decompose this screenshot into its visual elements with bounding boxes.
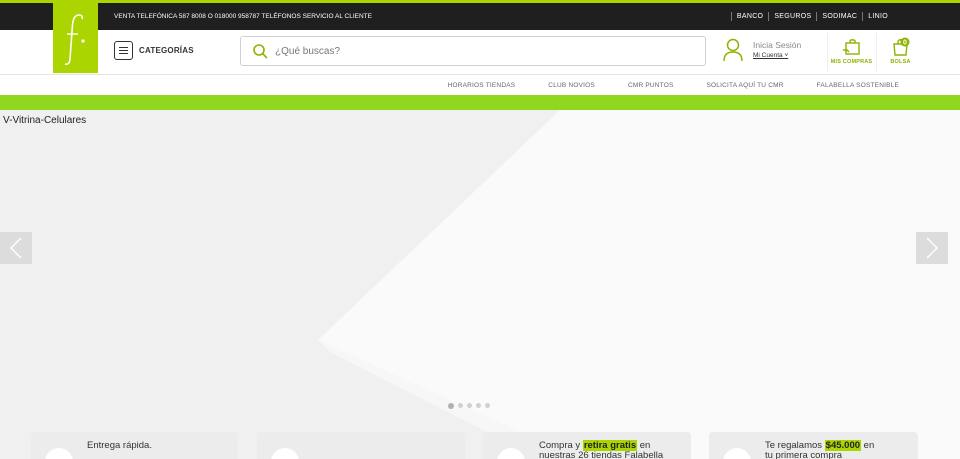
account-title: Inicia Sesión [753, 40, 802, 50]
search-icon[interactable] [252, 43, 268, 59]
logo-f-icon [64, 14, 85, 66]
carousel-dot-3[interactable] [467, 403, 472, 408]
categories-label: CATEGORÍAS [139, 46, 194, 55]
nav-link-club-novios[interactable]: CLUB NOVIOS [548, 82, 595, 89]
gift-icon [723, 448, 751, 459]
benefit-card-delivery[interactable]: Entrega rápida. [31, 432, 238, 459]
search-input[interactable] [273, 44, 677, 58]
bag-icon: 0 [892, 37, 909, 56]
menu-icon [114, 41, 133, 60]
benefit-line2: nuestras 26 tiendas Falabella [539, 450, 664, 459]
my-account-label: Mi Cuenta [753, 52, 783, 59]
carousel-dots [448, 402, 490, 409]
carousel-next-button[interactable] [916, 232, 948, 264]
purchases-icon [842, 39, 860, 55]
top-link-seguros[interactable]: SEGUROS [768, 12, 816, 21]
benefit-card-pickup[interactable]: Compra y retira gratis en nuestras 26 ti… [483, 432, 691, 459]
nav-link-solicita-cmr[interactable]: SOLICITA AQUÍ TU CMR [707, 82, 784, 89]
top-links: BANCO SEGUROS SODIMAC LINIO [730, 3, 893, 30]
benefit-card-gift[interactable]: Te regalamos $45.000 en tu primera compr… [709, 432, 918, 459]
truck-icon [45, 448, 73, 459]
account-menu[interactable]: Inicia Sesión Mi Cuenta ˅ [722, 38, 801, 62]
benefit-line: Entrega rápida. [87, 440, 152, 451]
bag-label: BOLSA [890, 59, 911, 65]
chevron-down-icon: ˅ [784, 52, 789, 59]
hero-carousel[interactable]: V-Vitrina-Celulares Entrega rápida. Comp… [0, 110, 960, 459]
nav-link-cmr-puntos[interactable]: CMR PUNTOS [628, 82, 674, 89]
carousel-dot-1[interactable] [448, 402, 454, 409]
search-box[interactable] [240, 36, 706, 66]
carousel-dot-2[interactable] [458, 403, 463, 408]
benefit-text-delivery: Entrega rápida. [87, 441, 152, 451]
main-header: CATEGORÍAS Inicia Sesión Mi Cuenta ˅ MIS… [0, 30, 960, 75]
benefit-line2: tu primera compra [765, 450, 843, 459]
benefit-post: en [861, 440, 875, 451]
store-icon [497, 448, 525, 459]
categories-button[interactable]: CATEGORÍAS [114, 41, 194, 60]
purchases-label: MIS COMPRAS [830, 59, 873, 65]
bag-count: 0 [903, 40, 907, 47]
user-icon [723, 38, 743, 62]
phone-info: VENTA TELEFÓNICA 587 8008 O 018000 95878… [114, 13, 372, 20]
banner-alt-text: V-Vitrina-Celulares [3, 115, 87, 126]
benefit-text-pickup: Compra y retira gratis en nuestras 26 ti… [539, 440, 664, 459]
top-link-sodimac[interactable]: SODIMAC [816, 12, 862, 21]
refresh-icon [271, 448, 299, 459]
falabella-logo[interactable] [53, 3, 98, 73]
chevron-left-icon [10, 237, 22, 259]
carousel-prev-button[interactable] [0, 232, 32, 264]
chevron-right-icon [926, 237, 938, 259]
nav-link-horarios[interactable]: HORARIOS TIENDAS [448, 82, 516, 89]
my-purchases-button[interactable]: MIS COMPRAS [827, 33, 875, 71]
top-link-banco[interactable]: BANCO [730, 12, 768, 21]
nav-link-falabella-sostenible[interactable]: FALABELLA SOSTENIBLE [817, 82, 899, 89]
bag-button[interactable]: 0 BOLSA [876, 33, 924, 71]
benefit-text-gift: Te regalamos $45.000 en tu primera compr… [765, 440, 875, 459]
top-link-linio[interactable]: LINIO [862, 12, 893, 21]
secondary-nav: HORARIOS TIENDAS CLUB NOVIOS CMR PUNTOS … [0, 75, 960, 95]
carousel-dot-4[interactable] [476, 403, 481, 408]
benefit-card-returns[interactable] [257, 432, 465, 459]
my-account-link[interactable]: Mi Cuenta ˅ [753, 52, 801, 59]
promo-band [0, 95, 960, 110]
carousel-dot-5[interactable] [485, 403, 490, 408]
